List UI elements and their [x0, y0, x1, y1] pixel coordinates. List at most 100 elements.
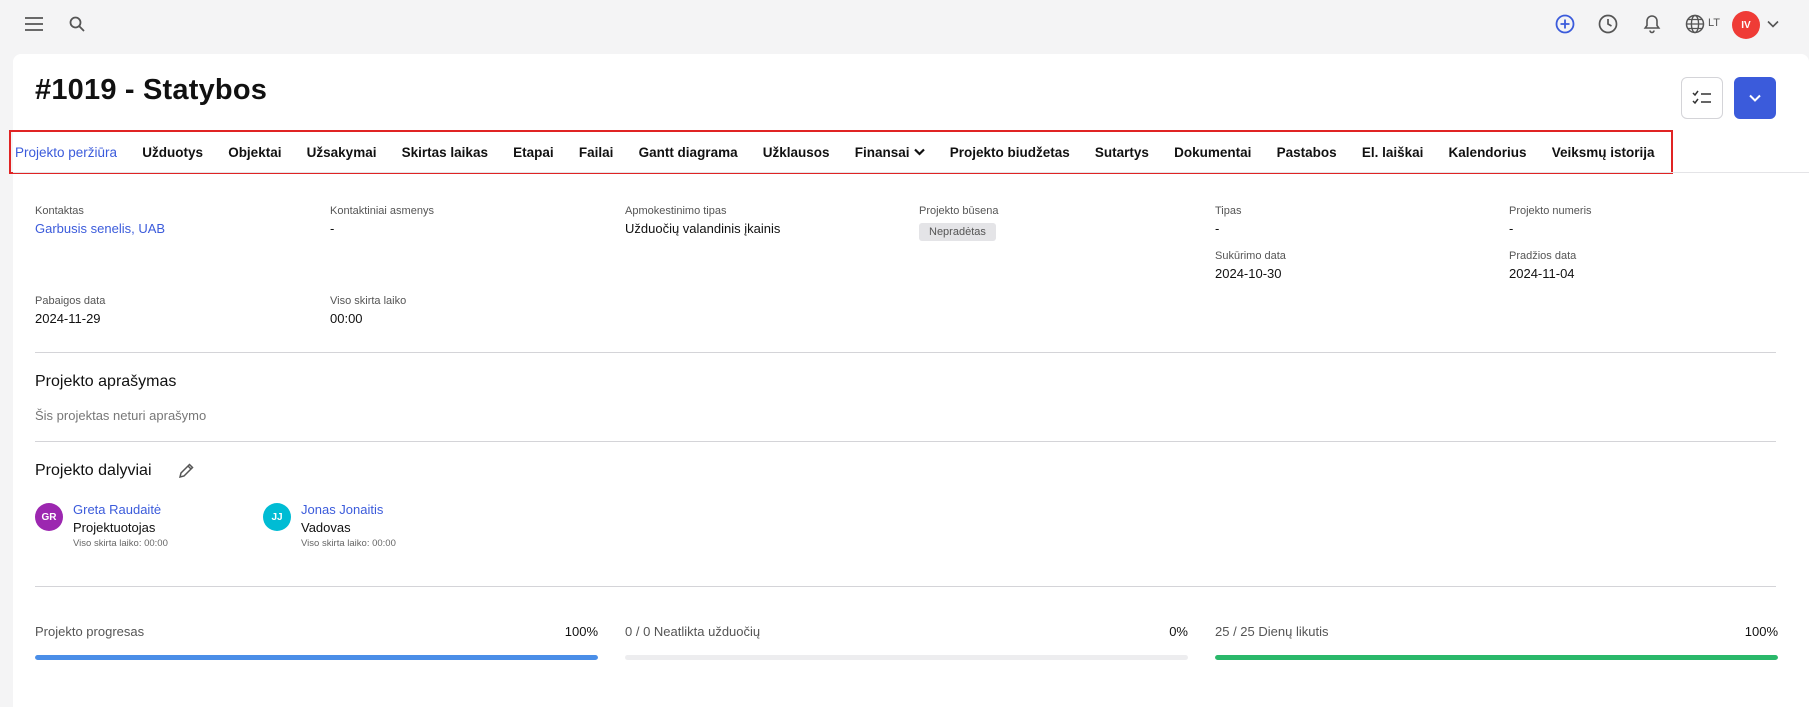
participant-role: Projektuotojas — [73, 520, 156, 535]
field-value: Užduočių valandinis įkainis — [625, 221, 781, 236]
progress-fill — [35, 655, 598, 660]
field-type: Tipas - — [1215, 205, 1242, 236]
progress-label: Projekto progresas — [35, 624, 145, 639]
avatar-initials: GR — [41, 511, 57, 523]
field-label: Viso skirta laiko — [330, 295, 407, 307]
field-label: Sukūrimo data — [1215, 250, 1286, 262]
field-value: 2024-10-30 — [1215, 266, 1282, 281]
bell-icon[interactable] — [1640, 12, 1664, 36]
description-empty-text: Šis projektas neturi aprašymo — [35, 408, 207, 423]
progress-track — [625, 655, 1188, 660]
field-value: - — [1509, 221, 1514, 236]
field-value: 2024-11-04 — [1509, 266, 1575, 281]
avatar-initials: JJ — [271, 511, 283, 523]
progress-track — [1215, 655, 1778, 660]
description-title: Projekto aprašymas — [35, 373, 177, 390]
field-created-date: Sukūrimo data 2024-10-30 — [1215, 250, 1286, 281]
user-initials: IV — [1741, 19, 1751, 31]
field-label: Kontaktas — [35, 205, 84, 217]
tab-projekto-perziura[interactable]: Projekto peržiūra — [13, 145, 130, 160]
field-label: Apmokestinimo tipas — [625, 205, 727, 217]
participant-name-link[interactable]: Jonas Jonaitis — [301, 502, 396, 517]
progress-value: 100% — [564, 624, 598, 639]
tab-projekto-biudzetas[interactable]: Projekto biudžetas — [937, 145, 1082, 160]
page-title: #1019 - Statybos — [35, 74, 268, 106]
tab-uzsakymai[interactable]: Užsakymai — [294, 145, 389, 160]
tab-finansai-label: Finansai — [854, 144, 910, 160]
top-bar: LT IV — [0, 0, 1809, 50]
tab-dokumentai[interactable]: Dokumentai — [1162, 145, 1264, 160]
checklist-button[interactable] — [1681, 77, 1723, 119]
progress-value: 0% — [1169, 624, 1188, 639]
participant-card: GR Greta Raudaitė Projektuotojas Viso sk… — [35, 502, 168, 549]
add-icon[interactable] — [1553, 12, 1577, 36]
tab-gantt-diagrama[interactable]: Gantt diagrama — [626, 145, 750, 160]
field-value: 2024-11-29 — [35, 311, 101, 326]
participant-role: Vadovas — [301, 520, 351, 535]
field-contact: Kontaktas Garbusis senelis, UAB — [35, 205, 165, 236]
user-menu-chevron-icon[interactable] — [1765, 15, 1781, 33]
field-status: Projekto būsena Nepradėtas — [919, 205, 999, 241]
tab-etapai[interactable]: Etapai — [501, 145, 567, 160]
field-label: Pradžios data — [1509, 250, 1577, 262]
field-project-number: Projekto numeris - — [1509, 205, 1592, 236]
participant-card: JJ Jonas Jonaitis Vadovas Viso skirta la… — [263, 502, 396, 549]
tab-uzduotys[interactable]: Užduotys — [130, 145, 216, 160]
field-label: Tipas — [1215, 205, 1242, 217]
tab-skirtas-laikas[interactable]: Skirtas laikas — [389, 145, 501, 160]
progress-label: 25 / 25 Dienų likutis — [1215, 624, 1329, 639]
field-total-time: Viso skirta laiko 00:00 — [330, 295, 406, 326]
field-label: Pabaigos data — [35, 295, 106, 307]
actions-dropdown-button[interactable] — [1734, 77, 1776, 119]
field-label: Projekto numeris — [1509, 205, 1592, 217]
tab-uzklausos[interactable]: Užklausos — [750, 145, 842, 160]
progress-project: Projekto progresas 100% — [35, 624, 598, 660]
avatar: JJ — [263, 503, 291, 531]
field-contact-persons: Kontaktiniai asmenys - — [330, 205, 434, 236]
participant-time: Viso skirta laiko: 00:00 — [73, 538, 168, 549]
progress-fill — [1215, 655, 1778, 660]
field-value: - — [1215, 221, 1220, 236]
contact-link[interactable]: Garbusis senelis, UAB — [35, 221, 165, 236]
field-start-date: Pradžios data 2024-11-04 — [1509, 250, 1576, 281]
globe-icon[interactable] — [1683, 12, 1707, 36]
progress-tasks: 0 / 0 Neatlikta užduočių 0% — [625, 624, 1188, 660]
progress-label: 0 / 0 Neatlikta užduočių — [625, 624, 761, 639]
progress-days: 25 / 25 Dienų likutis 100% — [1215, 624, 1778, 660]
tab-finansai[interactable]: Finansai — [842, 145, 937, 160]
language-label[interactable]: LT — [1708, 17, 1720, 29]
tab-objektai[interactable]: Objektai — [216, 145, 294, 160]
tab-sutartys[interactable]: Sutartys — [1082, 145, 1161, 160]
field-value: - — [330, 221, 335, 236]
chevron-down-icon — [1749, 94, 1761, 102]
field-value: 00:00 — [330, 311, 363, 326]
participants-title: Projekto dalyviai — [35, 462, 152, 479]
tab-pastabos[interactable]: Pastabos — [1264, 145, 1349, 160]
tab-kalendorius[interactable]: Kalendorius — [1436, 145, 1539, 160]
divider — [35, 586, 1776, 587]
field-end-date: Pabaigos data 2024-11-29 — [35, 295, 105, 326]
participant-name-link[interactable]: Greta Raudaitė — [73, 502, 168, 517]
divider — [35, 352, 1776, 353]
edit-participants-icon[interactable] — [176, 461, 196, 481]
tab-veiksmu-istorija[interactable]: Veiksmų istorija — [1539, 145, 1667, 160]
field-billing-type: Apmokestinimo tipas Užduočių valandinis … — [625, 205, 780, 236]
tabs-divider — [13, 172, 1809, 173]
avatar: GR — [35, 503, 63, 531]
participant-time: Viso skirta laiko: 00:00 — [301, 538, 396, 549]
progress-track — [35, 655, 598, 660]
search-icon[interactable] — [66, 13, 88, 35]
field-label: Projekto būsena — [919, 205, 999, 217]
field-label: Kontaktiniai asmenys — [330, 205, 434, 217]
tab-el-laiskai[interactable]: El. laiškai — [1349, 145, 1436, 160]
user-avatar[interactable]: IV — [1732, 11, 1760, 39]
tab-failai[interactable]: Failai — [566, 145, 626, 160]
clock-icon[interactable] — [1596, 12, 1620, 36]
progress-value: 100% — [1744, 624, 1778, 639]
checklist-icon — [1692, 90, 1711, 105]
status-badge: Nepradėtas — [919, 223, 996, 241]
menu-icon[interactable] — [23, 13, 45, 35]
chevron-down-icon — [913, 148, 925, 156]
project-tabs: Projekto peržiūra Užduotys Objektai Užsa… — [9, 130, 1674, 174]
divider — [35, 441, 1776, 442]
